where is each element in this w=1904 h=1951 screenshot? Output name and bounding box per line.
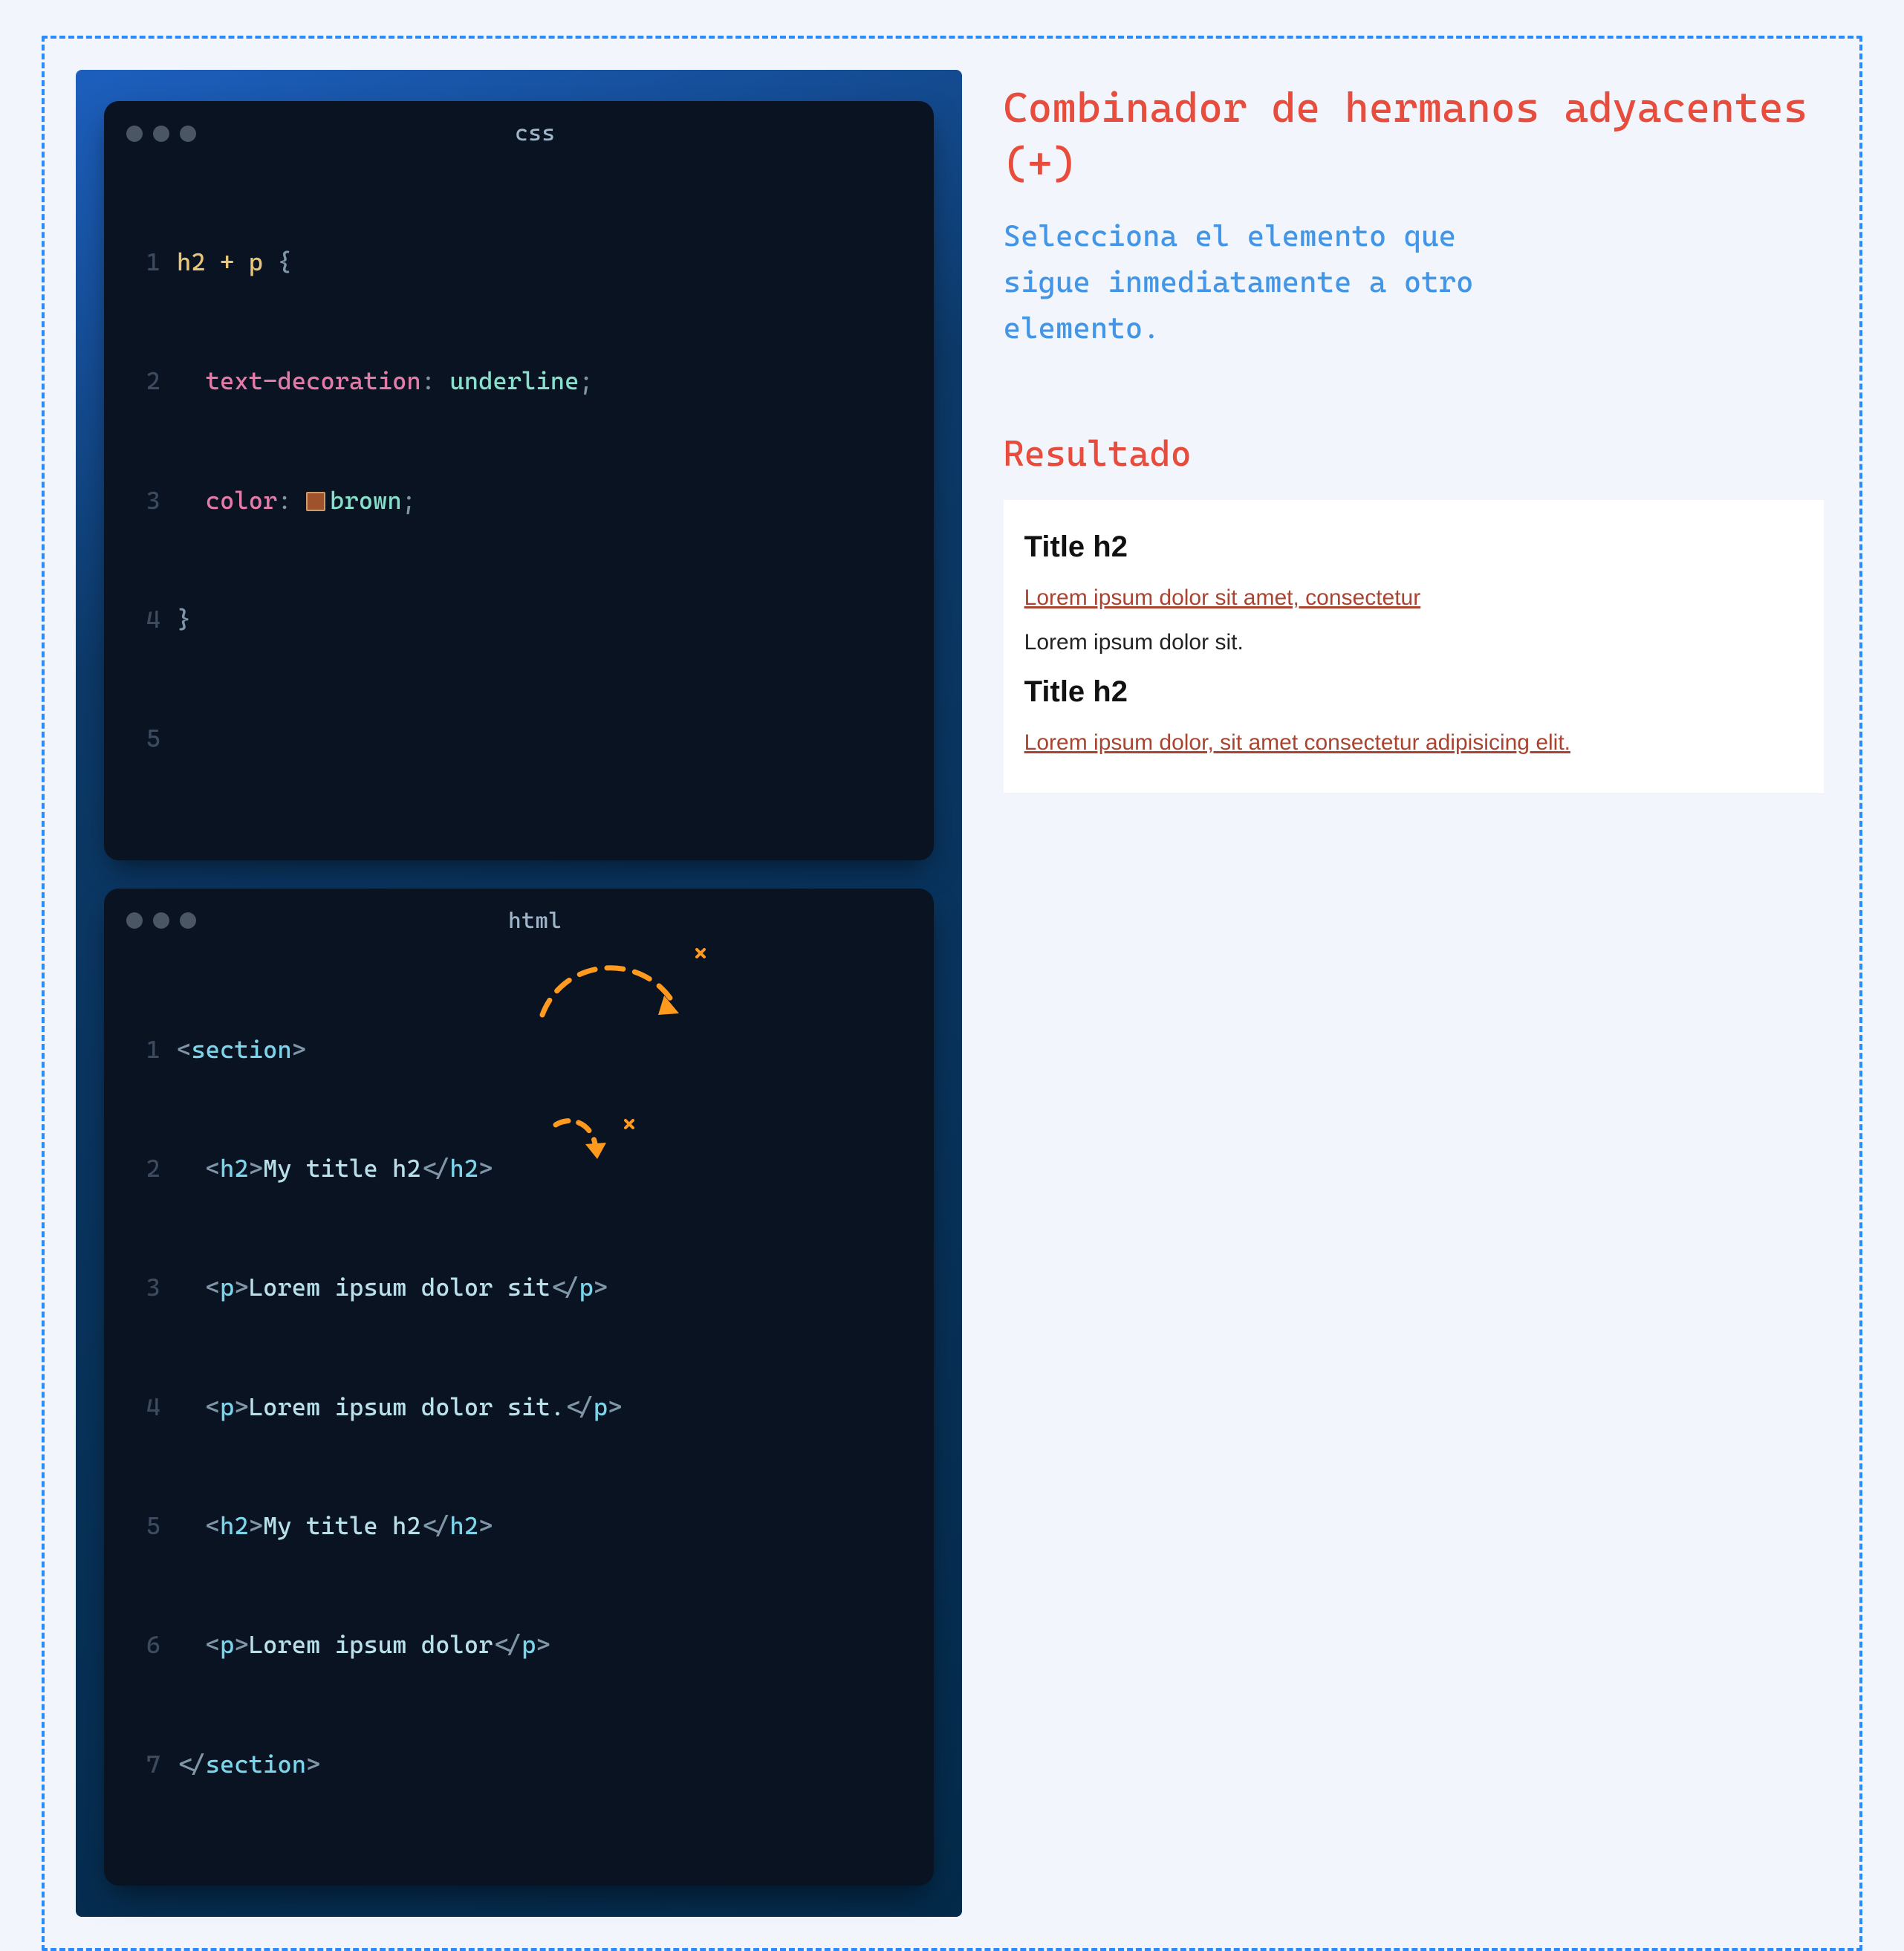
- result-p-styled: Lorem ipsum dolor, sit amet consectetur …: [1024, 727, 1803, 759]
- window-dot-icon: [180, 126, 196, 142]
- css-property: text-decoration: [206, 366, 421, 395]
- line-number: 2: [126, 361, 160, 400]
- html-text: Lorem ipsum dolor sit.: [249, 1392, 565, 1421]
- figure-frame: css 1h2 + p { 2 text-decoration: underli…: [42, 36, 1862, 1951]
- window-dots: [126, 126, 196, 142]
- line-number: 1: [126, 1030, 160, 1069]
- section-heading: Combinador de hermanos adyacentes (+): [1004, 80, 1824, 192]
- html-tag: section: [191, 1035, 291, 1064]
- html-text: My title h2: [263, 1154, 421, 1183]
- result-p: Lorem ipsum dolor sit.: [1024, 626, 1803, 659]
- css-line: 1h2 + p {: [126, 242, 912, 282]
- html-text: Lorem ipsum dolor: [249, 1630, 493, 1659]
- html-line: 1<section>: [126, 1030, 912, 1069]
- result-preview: Title h2 Lorem ipsum dolor sit amet, con…: [1004, 500, 1824, 793]
- window-dot-icon: [126, 126, 143, 142]
- css-titlebar: css: [126, 120, 912, 146]
- css-editor: css 1h2 + p { 2 text-decoration: underli…: [104, 101, 934, 860]
- html-tag: p: [220, 1392, 234, 1421]
- explanation-panel: Combinador de hermanos adyacentes (+) Se…: [1004, 70, 1824, 1917]
- line-number: 7: [126, 1744, 160, 1784]
- css-window-title: css: [207, 120, 864, 146]
- window-dot-icon: [153, 912, 169, 929]
- css-selector: h2 + p: [177, 247, 263, 276]
- html-tag: section: [206, 1750, 306, 1779]
- result-label: Resultado: [1004, 433, 1824, 475]
- html-line: 5 <h2>My title h2</h2>: [126, 1506, 912, 1545]
- css-property: color: [206, 486, 278, 515]
- html-line: 3 <p>Lorem ipsum dolor sit</p>: [126, 1267, 912, 1307]
- css-line: 5: [126, 718, 912, 758]
- html-line: 7</section>: [126, 1744, 912, 1784]
- section-description: Selecciona el elemento que sigue inmedia…: [1004, 213, 1479, 351]
- css-value: brown: [330, 486, 402, 515]
- line-number: 3: [126, 481, 160, 520]
- html-window-title: html: [207, 908, 864, 934]
- line-number: 5: [126, 718, 160, 758]
- window-dot-icon: [180, 912, 196, 929]
- window-dot-icon: [126, 912, 143, 929]
- line-number: 6: [126, 1625, 160, 1664]
- window-dot-icon: [153, 126, 169, 142]
- html-titlebar: html: [126, 908, 912, 934]
- css-line: 3 color: brown;: [126, 481, 912, 520]
- css-line: 4}: [126, 600, 912, 639]
- line-number: 4: [126, 1387, 160, 1426]
- result-h2: Title h2: [1024, 670, 1803, 713]
- line-number: 5: [126, 1506, 160, 1545]
- line-number: 3: [126, 1267, 160, 1307]
- html-tag: p: [220, 1273, 234, 1302]
- html-editor: html 1<section> 2 <h2>My title h2</h2> 3…: [104, 889, 934, 1886]
- line-number: 2: [126, 1149, 160, 1188]
- css-value: underline: [449, 366, 579, 395]
- result-h2: Title h2: [1024, 525, 1803, 568]
- html-text: Lorem ipsum dolor sit: [249, 1273, 550, 1302]
- css-line: 2 text-decoration: underline;: [126, 361, 912, 400]
- color-swatch-icon: [306, 492, 325, 511]
- result-p-styled: Lorem ipsum dolor sit amet, consectetur: [1024, 582, 1803, 614]
- html-line: 6 <p>Lorem ipsum dolor</p>: [126, 1625, 912, 1664]
- html-tag: h2: [220, 1511, 249, 1540]
- css-code: 1h2 + p { 2 text-decoration: underline; …: [126, 163, 912, 838]
- window-dots: [126, 912, 196, 929]
- html-text: My title h2: [263, 1511, 421, 1540]
- editors-panel: css 1h2 + p { 2 text-decoration: underli…: [76, 70, 962, 1917]
- html-tag: p: [220, 1630, 234, 1659]
- html-line: 4 <p>Lorem ipsum dolor sit.</p>: [126, 1387, 912, 1426]
- html-tag: h2: [220, 1154, 249, 1183]
- line-number: 4: [126, 600, 160, 639]
- line-number: 1: [126, 242, 160, 282]
- html-code: 1<section> 2 <h2>My title h2</h2> 3 <p>L…: [126, 950, 912, 1863]
- html-line: 2 <h2>My title h2</h2>: [126, 1149, 912, 1188]
